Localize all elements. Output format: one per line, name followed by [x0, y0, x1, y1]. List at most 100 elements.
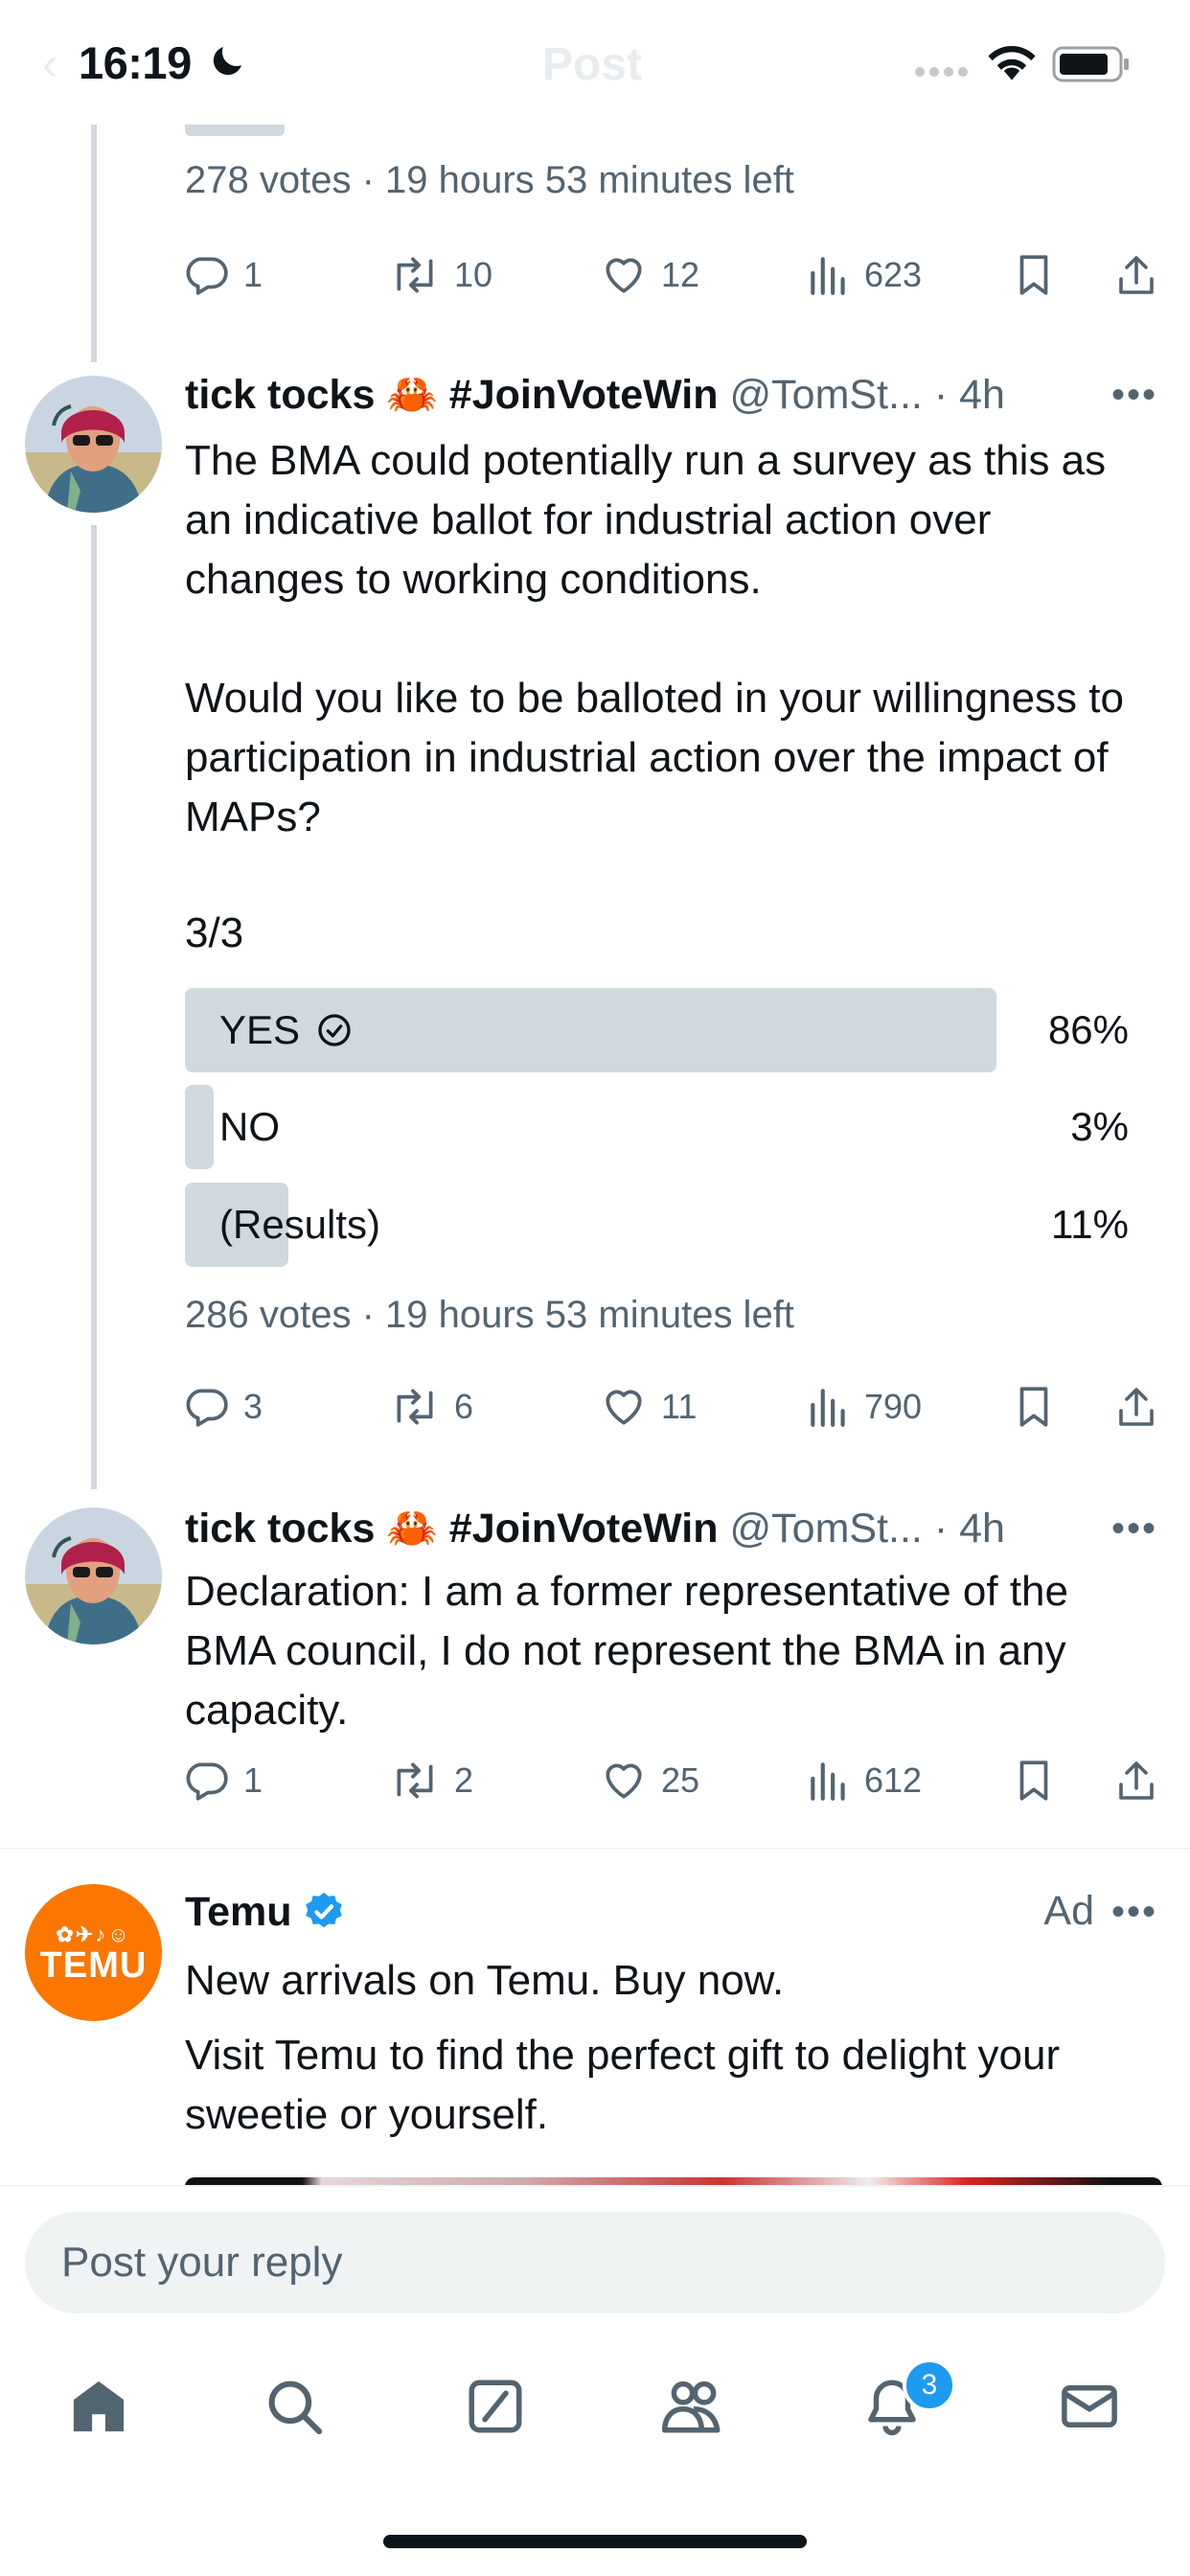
- tab-compose[interactable]: [464, 2375, 527, 2443]
- share-button[interactable]: [1113, 251, 1159, 299]
- repost-button[interactable]: 2: [389, 1757, 473, 1805]
- tweet-text: The BMA could potentially run a survey a…: [185, 437, 1107, 603]
- avatar[interactable]: [25, 376, 162, 513]
- poll-option[interactable]: YES 86%: [185, 988, 1129, 1072]
- ad-text: Visit Temu to find the perfect gift to d…: [185, 2032, 1061, 2138]
- reply-button[interactable]: 1: [182, 1757, 263, 1805]
- tab-communities[interactable]: [659, 2375, 728, 2443]
- tab-messages[interactable]: [1058, 2375, 1121, 2443]
- reply-button[interactable]: 3: [182, 1383, 263, 1431]
- ad-header: Temu: [185, 1885, 346, 1939]
- reply-input[interactable]: Post your reply: [25, 2212, 1165, 2313]
- tweet-actions: 1 2 25 612: [182, 1757, 1169, 1814]
- clock: 16:19: [79, 37, 192, 88]
- views-count: 623: [864, 255, 923, 294]
- repost-count: 2: [454, 1760, 474, 1800]
- display-name[interactable]: Temu: [185, 1889, 292, 1936]
- like-button[interactable]: 12: [600, 251, 699, 299]
- views-button[interactable]: 612: [807, 1757, 922, 1805]
- handle-and-time[interactable]: @TomSt... · 4h: [730, 1506, 1005, 1552]
- divider: [0, 1848, 1190, 1850]
- temu-logo-mark: ✿✈♪☺: [56, 1922, 131, 1946]
- thread-line: [91, 525, 97, 1489]
- battery-icon: [1052, 46, 1131, 87]
- communities-icon: [662, 2380, 721, 2433]
- ad-label: Ad: [1043, 1888, 1094, 1934]
- tweet-actions: 3 6 11 790: [182, 1383, 1169, 1440]
- share-button[interactable]: [1113, 1383, 1159, 1431]
- repost-count: 10: [454, 255, 493, 294]
- more-options-icon[interactable]: •••: [1111, 1891, 1157, 1934]
- reply-placeholder: Post your reply: [61, 2239, 343, 2286]
- verified-badge-icon: [305, 1892, 342, 1928]
- views-icon: [811, 1762, 845, 1801]
- views-button[interactable]: 623: [807, 251, 922, 299]
- notifications-badge: 3: [903, 2358, 956, 2412]
- compose-icon: [469, 2380, 522, 2433]
- bookmark-icon: [1019, 1387, 1048, 1427]
- wifi-icon: [985, 42, 1039, 87]
- poll-percentage: 11%: [1051, 1202, 1129, 1247]
- reply-icon: [186, 1762, 228, 1801]
- bookmark-button[interactable]: [1012, 1757, 1056, 1805]
- repost-count: 6: [454, 1387, 474, 1426]
- temu-logo-text: TEMU: [39, 1945, 148, 1986]
- poll-percentage: 86%: [1047, 1007, 1129, 1052]
- share-icon: [1119, 256, 1154, 294]
- reply-count: 3: [243, 1387, 263, 1426]
- more-options-icon[interactable]: •••: [1111, 374, 1157, 417]
- share-button[interactable]: [1113, 1757, 1159, 1805]
- repost-button[interactable]: 6: [389, 1383, 473, 1431]
- poll-option-label: NO: [219, 1104, 280, 1149]
- bookmark-icon: [1019, 255, 1048, 295]
- poll-option[interactable]: NO 3%: [185, 1085, 1129, 1169]
- tweet-text: Declaration: I am a former representativ…: [185, 1568, 1068, 1734]
- poll-option-label: (Results): [219, 1202, 381, 1247]
- search-icon: [268, 2380, 323, 2435]
- poll-option-label: YES: [219, 1007, 301, 1052]
- tab-search[interactable]: [263, 2375, 326, 2443]
- more-options-icon[interactable]: •••: [1111, 1507, 1157, 1551]
- poll-meta: 286 votes · 19 hours 53 minutes left: [185, 1294, 794, 1336]
- poll-meta: 278 votes · 19 hours 53 minutes left: [185, 159, 794, 201]
- ad-headline: New arrivals on Temu. Buy now.: [185, 1957, 785, 2004]
- heart-icon: [606, 258, 642, 293]
- views-button[interactable]: 790: [807, 1383, 922, 1431]
- tweet-text: Would you like to be balloted in your wi…: [185, 675, 1124, 840]
- avatar[interactable]: [25, 1507, 162, 1644]
- tweet-actions: 1 10 12 623: [182, 251, 1169, 309]
- repost-icon: [397, 1389, 433, 1425]
- tweet-text: 3/3: [185, 909, 244, 956]
- reply-button[interactable]: 1: [182, 251, 263, 299]
- reply-icon: [186, 1389, 228, 1427]
- reply-count: 1: [243, 1760, 263, 1800]
- heart-icon: [606, 1390, 642, 1425]
- reply-composer: Post your reply: [0, 2185, 1190, 2321]
- views-count: 790: [864, 1387, 923, 1426]
- poll-bar-remnant: [185, 123, 285, 136]
- views-count: 612: [864, 1760, 923, 1800]
- status-bar: ‹ Post 16:19: [0, 0, 1190, 125]
- views-icon: [811, 257, 845, 295]
- bookmark-button[interactable]: [1012, 251, 1056, 299]
- display-name[interactable]: tick tocks 🦀 #JoinVoteWin: [185, 1505, 719, 1552]
- like-count: 25: [661, 1760, 700, 1800]
- poll-percentage: 3%: [1070, 1104, 1129, 1149]
- views-icon: [811, 1389, 845, 1427]
- back-arrow-icon[interactable]: ‹: [42, 38, 57, 91]
- temu-logo[interactable]: ✿✈♪☺ TEMU: [25, 1884, 162, 2021]
- like-count: 12: [661, 255, 700, 294]
- page-title: Post: [542, 39, 643, 90]
- share-icon: [1119, 1761, 1154, 1800]
- tab-home[interactable]: [67, 2375, 130, 2443]
- heart-icon: [606, 1763, 642, 1799]
- repost-button[interactable]: 10: [389, 251, 492, 299]
- mail-icon: [1062, 2385, 1117, 2427]
- handle-and-time[interactable]: @TomSt... · 4h: [730, 372, 1005, 419]
- like-button[interactable]: 11: [600, 1383, 697, 1431]
- display-name[interactable]: tick tocks 🦀 #JoinVoteWin: [185, 371, 719, 419]
- like-button[interactable]: 25: [600, 1757, 699, 1805]
- bookmark-icon: [1019, 1760, 1048, 1801]
- poll-option[interactable]: (Results) 11%: [185, 1183, 1129, 1267]
- bookmark-button[interactable]: [1012, 1383, 1056, 1431]
